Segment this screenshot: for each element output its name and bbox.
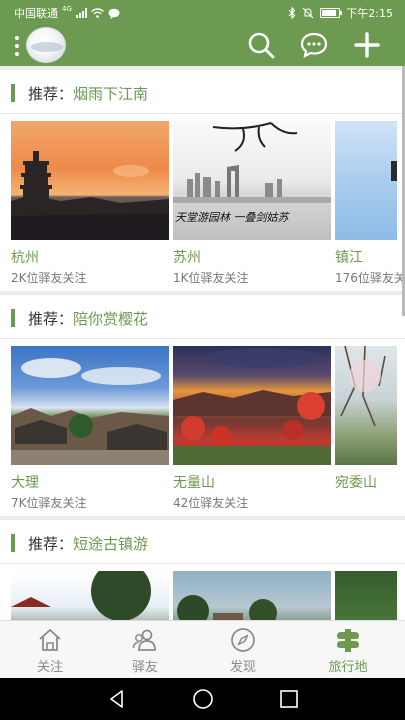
menu-dots-icon[interactable] [14, 36, 20, 56]
compass-icon [230, 627, 256, 653]
destination-photo [173, 571, 331, 620]
bluetooth-icon [288, 7, 296, 19]
message-icon [300, 32, 328, 59]
app-header [0, 24, 405, 66]
friends-icon [132, 627, 158, 653]
tab-label: 驿友 [131, 660, 158, 675]
destination-photo [11, 121, 169, 240]
section-accent-bar [11, 309, 15, 327]
tab-label: 关注 [36, 660, 63, 675]
bottom-tab-bar: 关注 驿友 发现 旅行地 [0, 620, 405, 678]
follower-count: 176位驿友关注 [335, 271, 405, 285]
tab-friends[interactable]: 驿友 [95, 621, 195, 679]
tab-follow[interactable]: 关注 [0, 621, 100, 679]
search-button[interactable] [246, 30, 276, 60]
signal-icon [75, 8, 87, 18]
destination-photo [173, 346, 331, 465]
section-title: 推荐：短途古镇游 [28, 535, 149, 553]
destination-name: 大理 [11, 475, 39, 491]
destination-name: 无量山 [173, 475, 215, 491]
follower-count: 42位驿友关注 [173, 496, 249, 510]
destination-name: 杭州 [11, 250, 39, 266]
destination-name: 宛委山 [335, 475, 377, 491]
chat-bubble-icon [108, 8, 120, 19]
add-icon [354, 32, 380, 58]
destination-photo [11, 346, 169, 465]
destination-photo [335, 121, 397, 240]
section-accent-bar [11, 534, 15, 552]
recents-button[interactable] [278, 688, 300, 710]
follower-count: 1K位驿友关注 [173, 271, 249, 285]
battery-icon [320, 8, 343, 18]
back-button[interactable] [106, 688, 128, 710]
section-recommendation: 推荐：陪你赏樱花 大理 7K位驿友关注 无量山 42位驿友关注 宛委山 [0, 295, 405, 516]
section-recommendation: 推荐：短途古镇游 [0, 520, 405, 620]
tab-label: 旅行地 [328, 660, 368, 675]
status-bar: 中国联通 4G 下午2:15 [0, 0, 405, 24]
section-title: 推荐：陪你赏樱花 [28, 310, 149, 328]
destination-name: 苏州 [173, 250, 201, 266]
recommendation-feed[interactable]: 推荐：烟雨下江南 杭州 2K位驿友关注 天堂游园林 一叠剑姑苏 苏州 1K位驿友… [0, 66, 405, 620]
carrier-name: 中国联通 [14, 7, 58, 20]
destination-name: 镇江 [335, 250, 363, 266]
follower-count: 2K位驿友关注 [11, 271, 87, 285]
tab-label: 发现 [229, 660, 256, 675]
network-badge: 4G [62, 5, 72, 13]
tab-discover[interactable]: 发现 [193, 621, 293, 679]
destination-photo: 天堂游园林 一叠剑姑苏 [173, 121, 331, 240]
back-icon [110, 690, 123, 708]
photo-caption: 天堂游园林 一叠剑姑苏 [175, 211, 289, 224]
home-button[interactable] [192, 688, 214, 710]
destination-photo [335, 571, 397, 620]
tab-travel-map[interactable]: 旅行地 [298, 621, 398, 679]
wifi-icon [90, 8, 104, 18]
clock: 下午2:15 [346, 7, 393, 20]
section-recommendation: 推荐：烟雨下江南 杭州 2K位驿友关注 天堂游园林 一叠剑姑苏 苏州 1K位驿友… [0, 70, 405, 291]
system-navigation-bar [0, 678, 405, 720]
destination-carousel[interactable]: 杭州 2K位驿友关注 天堂游园林 一叠剑姑苏 苏州 1K位驿友关注 镇江 176… [0, 121, 405, 291]
home-icon [37, 627, 63, 653]
destination-photo [335, 346, 397, 465]
recents-icon [280, 690, 298, 708]
mute-icon [302, 7, 314, 19]
destination-photo [11, 571, 169, 620]
destination-carousel[interactable] [0, 571, 405, 620]
section-header[interactable]: 推荐：短途古镇游 [0, 520, 405, 564]
section-accent-bar [11, 84, 15, 102]
section-header[interactable]: 推荐：烟雨下江南 [0, 70, 405, 114]
travel-map-icon [335, 627, 361, 653]
section-header[interactable]: 推荐：陪你赏樱花 [0, 295, 405, 339]
destination-carousel[interactable]: 大理 7K位驿友关注 无量山 42位驿友关注 宛委山 [0, 346, 405, 516]
follower-count: 7K位驿友关注 [11, 496, 87, 510]
search-icon [248, 32, 275, 59]
message-button[interactable] [299, 30, 329, 60]
add-button[interactable] [352, 30, 382, 60]
home-circle-icon [193, 689, 213, 709]
section-title: 推荐：烟雨下江南 [28, 85, 149, 103]
avatar[interactable] [26, 27, 66, 63]
